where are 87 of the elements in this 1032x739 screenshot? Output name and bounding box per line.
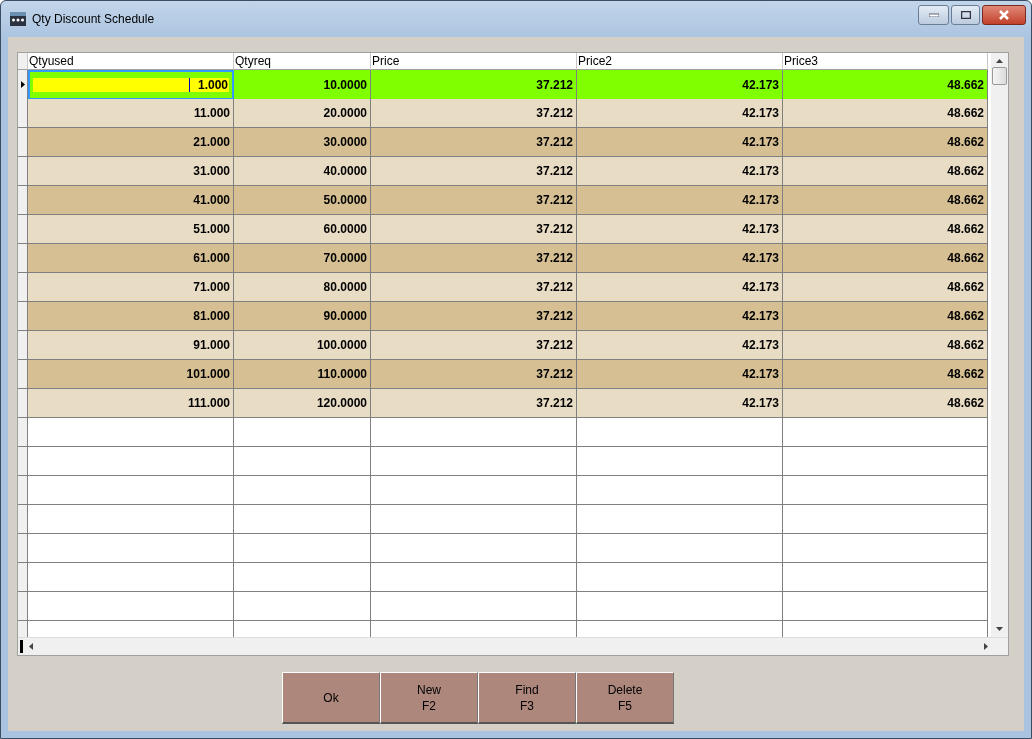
table-cell: 42.173 [577,360,783,389]
table-cell: 48.662 [783,389,988,418]
table-cell: 42.173 [577,331,783,360]
table-cell: 48.662 [783,186,988,215]
scroll-left-icon[interactable] [29,643,33,650]
action-button[interactable]: New F2 [380,672,478,724]
table-cell: 111.000 [28,389,234,418]
table-cell: 42.173 [577,186,783,215]
table-cell: 20.0000 [234,99,371,128]
table-cell: 71.000 [28,273,234,302]
scroll-marker [20,640,23,653]
table-cell: 50.0000 [234,186,371,215]
table-cell: 110.0000 [234,360,371,389]
maximize-icon [960,11,971,19]
table-cell: 31.000 [28,157,234,186]
table-cell: 21.000 [28,128,234,157]
table-cell: 37.212 [371,389,577,418]
table-cell: 30.0000 [234,128,371,157]
table-cell: 37.212 [371,360,577,389]
scroll-right-icon[interactable] [984,643,988,650]
cell-editor-field[interactable]: 1.000 [33,75,229,95]
app-icon [10,12,26,26]
table-cell: 42.173 [577,389,783,418]
maximize-button[interactable] [951,5,980,25]
scroll-up-icon[interactable] [996,59,1003,63]
table-cell: 42.173 [577,128,783,157]
table-cell: 51.000 [28,215,234,244]
table-cell: 37.212 [371,331,577,360]
window-title: Qty Discount Schedule [32,12,156,26]
row-header[interactable] [18,70,28,100]
table-cell: 37.212 [371,99,577,128]
table-cell: 37.212 [371,157,577,186]
table-cell: 48.662 [783,331,988,360]
horizontal-scrollbar[interactable] [18,637,1008,655]
table-cell: 48.662 [783,70,988,100]
table-cell: 42.173 [577,215,783,244]
table-cell: 90.0000 [234,302,371,331]
table-cell: 91.000 [28,331,234,360]
table-cell: 48.662 [783,302,988,331]
table-cell: 40.0000 [234,157,371,186]
table-cell: 11.000 [28,99,234,128]
table-cell: 48.662 [783,215,988,244]
corner-header [18,53,28,70]
table-cell: 42.173 [577,157,783,186]
table-cell: 100.0000 [234,331,371,360]
minimize-icon [928,13,939,17]
table-cell: 41.000 [28,186,234,215]
table-cell: 70.0000 [234,244,371,273]
table-cell: 60.0000 [234,215,371,244]
table-cell: 37.212 [371,70,577,100]
table-cell: 80.0000 [234,273,371,302]
table-cell: 120.0000 [234,389,371,418]
column-header[interactable]: Qtyreq [234,53,371,70]
table-cell: 42.173 [577,273,783,302]
table-cell: 37.212 [371,215,577,244]
table-cell: 42.173 [577,70,783,100]
table-cell: 42.173 [577,302,783,331]
table-cell: 81.000 [28,302,234,331]
table-cell: 48.662 [783,128,988,157]
column-header[interactable]: Qtyused [28,53,234,70]
close-button[interactable] [982,5,1026,25]
table-cell: 101.000 [28,360,234,389]
table-cell: 48.662 [783,244,988,273]
current-row-icon [20,81,25,88]
table-cell: 37.212 [371,302,577,331]
table-cell: 42.173 [577,99,783,128]
column-header[interactable]: Price3 [783,53,988,70]
table-cell: 48.662 [783,157,988,186]
action-button[interactable]: Ok [282,672,380,724]
table-cell: 37.212 [371,273,577,302]
column-header[interactable]: Price [371,53,577,70]
table-cell: 37.212 [371,128,577,157]
table-cell: 42.173 [577,244,783,273]
column-header[interactable]: Price2 [577,53,783,70]
table-cell: 10.0000 [234,70,371,100]
scroll-down-icon[interactable] [996,627,1003,631]
vertical-scrollbar[interactable] [991,53,1008,637]
table-cell: 37.212 [371,186,577,215]
action-button[interactable]: Delete F5 [576,672,674,724]
scroll-thumb[interactable] [992,67,1007,85]
action-button[interactable]: Find F3 [478,672,576,724]
table-cell: 48.662 [783,360,988,389]
close-icon [998,10,1010,20]
table-cell: 48.662 [783,273,988,302]
table-cell: 61.000 [28,244,234,273]
table-cell: 37.212 [371,244,577,273]
table-cell: 48.662 [783,99,988,128]
